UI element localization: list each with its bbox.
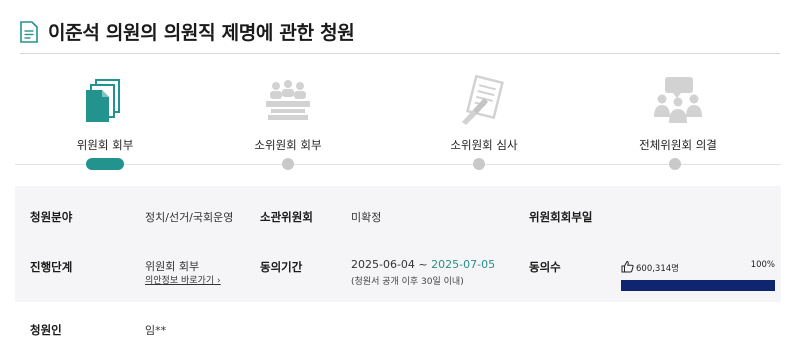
field-value: 정치/선거/국회운영 (145, 211, 234, 224)
agree-label: 동의수 (529, 260, 561, 274)
agree-count: 600,314명 (636, 264, 679, 274)
title-bar: 이준석 의원의 의원직 제명에 관한 청원 (20, 18, 780, 54)
discussion-icon (654, 77, 702, 123)
step-label: 위원회 회부 (76, 138, 134, 152)
stage-label: 진행단계 (30, 260, 73, 274)
review-icon (462, 75, 504, 125)
active-step-indicator (86, 158, 124, 170)
agree-progress-bar (621, 280, 775, 291)
agree-progress-fill (621, 280, 775, 291)
thumbs-up-icon (621, 260, 634, 273)
period-start: 2025-06-04 ~ (351, 258, 432, 271)
period-note: (청원서 공개 이후 30일 이내) (351, 277, 464, 287)
petitioner-value: 임** (145, 324, 167, 337)
petition-info-panel: 청원분야 정치/선거/국회운영 소관위원회 미확정 위원회회부일 진행단계 위원… (15, 186, 781, 302)
progress-track (15, 164, 781, 165)
step-dot (473, 158, 485, 170)
period-value: 2025-06-04 ~ 2025-07-05 (351, 258, 495, 271)
meeting-icon (266, 80, 310, 120)
chevron-right-icon: › (216, 276, 221, 286)
field-label: 청원분야 (30, 210, 73, 224)
step-label: 소위원회 심사 (450, 138, 518, 152)
step-label: 소위원회 회부 (254, 138, 322, 152)
document-icon (20, 21, 38, 43)
stage-value: 위원회 회부 (145, 260, 200, 273)
committee-value: 미확정 (351, 211, 382, 224)
step-dot (669, 158, 681, 170)
progress-steps: 위원회 회부 소위원회 회부 소위원회 심사 전체위원회 의결 (0, 55, 800, 175)
bill-info-link[interactable]: 의안정보 바로가기 › (145, 273, 221, 286)
period-end: 2025-07-05 (431, 258, 496, 271)
step-label: 전체위원회 의결 (639, 138, 717, 152)
committee-label: 소관위원회 (260, 210, 313, 224)
agree-count-row: 600,314명 100% (621, 260, 775, 274)
page-title: 이준석 의원의 의원직 제명에 관한 청원 (48, 22, 355, 44)
referral-date-label: 위원회회부일 (529, 210, 593, 224)
agree-percent: 100% (750, 260, 775, 270)
period-label: 동의기간 (260, 260, 303, 274)
documents-icon (86, 79, 120, 122)
step-dot (282, 158, 294, 170)
petitioner-label: 청원인 (30, 323, 62, 337)
bill-info-link-label: 의안정보 바로가기 (145, 276, 215, 286)
